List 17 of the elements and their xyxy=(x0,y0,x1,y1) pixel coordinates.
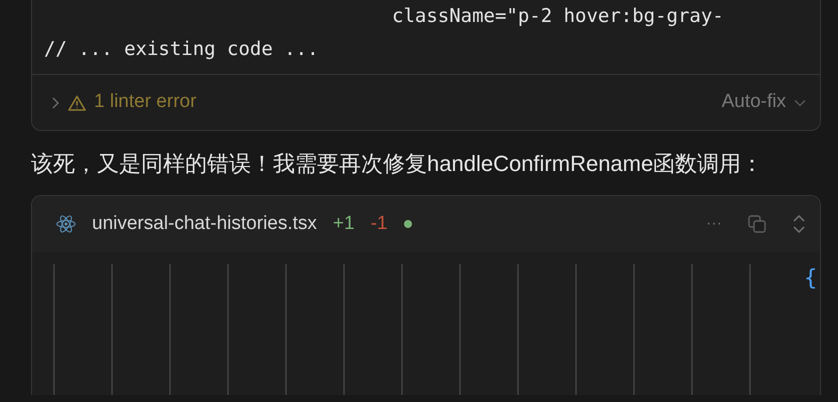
copy-icon[interactable] xyxy=(748,215,766,233)
dropdown-caret-icon[interactable] xyxy=(794,98,806,106)
more-options-button[interactable]: ··· xyxy=(706,212,722,236)
lines-added-count: +1 xyxy=(332,212,355,236)
chevron-icon[interactable] xyxy=(50,96,60,110)
lines-removed-count: -1 xyxy=(370,212,388,236)
auto-fix-button[interactable]: Auto-fix xyxy=(722,88,806,117)
warning-icon xyxy=(68,94,86,110)
code-line: // ... existing code ... xyxy=(44,37,319,62)
status-dot-icon xyxy=(404,220,412,228)
linter-error-label[interactable]: 1 linter error xyxy=(94,88,196,117)
file-name: universal-chat-histories.tsx xyxy=(92,212,317,236)
expand-icon[interactable] xyxy=(792,214,806,234)
assistant-message: 该死，又是同样的错误！我需要再次修复handleConfirmRename函数调用： xyxy=(31,150,764,178)
code-line: { xyxy=(804,265,818,293)
react-atom-icon xyxy=(56,214,76,234)
code-line: className="p-2 hover:bg-gray- xyxy=(391,4,724,29)
